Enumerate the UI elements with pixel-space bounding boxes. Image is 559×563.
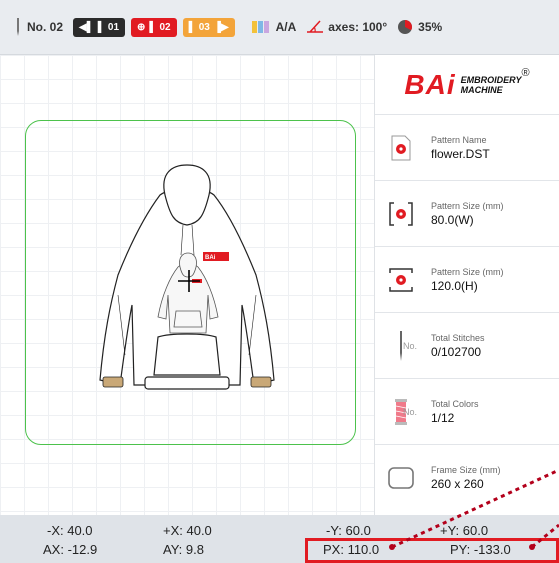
- embroidery-app: No. 02 ◀▌ ▌ 01 ⊕ ▌ 02 ▌ 03 ▐▶ A/A axes: …: [0, 0, 559, 563]
- annotation-arrows: [389, 468, 559, 550]
